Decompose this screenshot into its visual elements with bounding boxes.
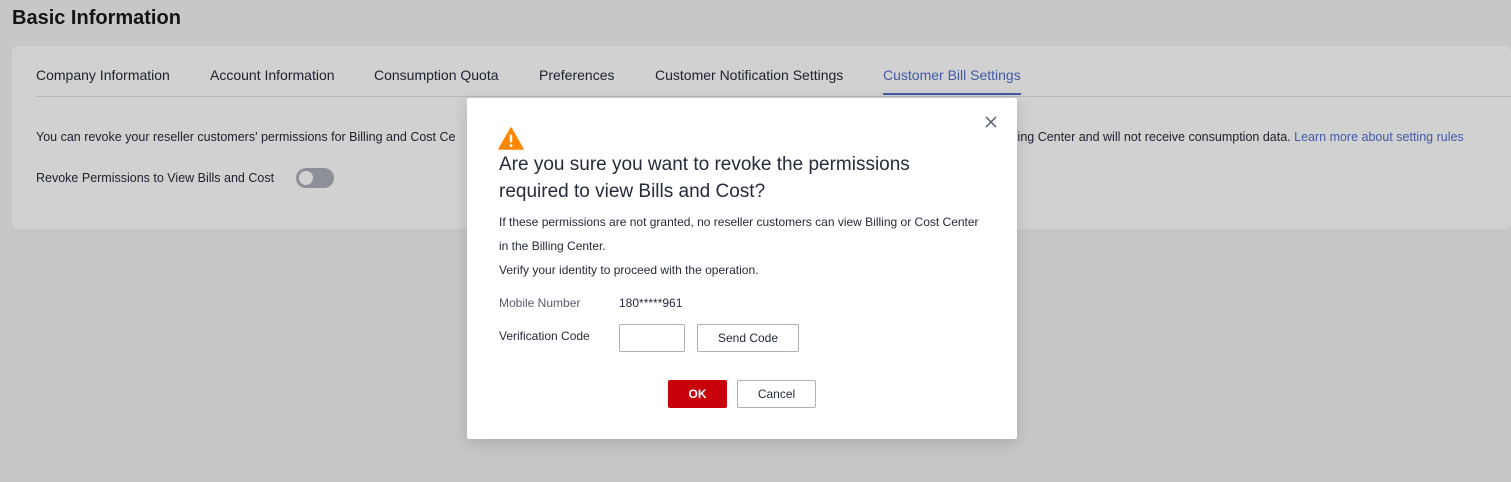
send-code-button[interactable]: Send Code [697, 324, 799, 352]
dialog-message: If these permissions are not granted, no… [499, 210, 999, 282]
mobile-number-label: Mobile Number [499, 296, 581, 310]
revoke-confirm-dialog: Are you sure you want to revoke the perm… [467, 98, 1017, 439]
verification-code-input[interactable] [619, 324, 685, 352]
dialog-title: Are you sure you want to revoke the perm… [499, 154, 910, 202]
dialog-message-line: in the Billing Center. [499, 239, 606, 253]
ok-button[interactable]: OK [668, 380, 727, 408]
warning-icon [498, 127, 524, 150]
cancel-button[interactable]: Cancel [737, 380, 816, 408]
dialog-message-line: If these permissions are not granted, no… [499, 215, 979, 229]
mobile-number-value: 180*****961 [619, 296, 683, 310]
close-icon[interactable] [981, 112, 1001, 132]
verification-code-label: Verification Code [499, 329, 590, 343]
dialog-message-line: Verify your identity to proceed with the… [499, 263, 759, 277]
